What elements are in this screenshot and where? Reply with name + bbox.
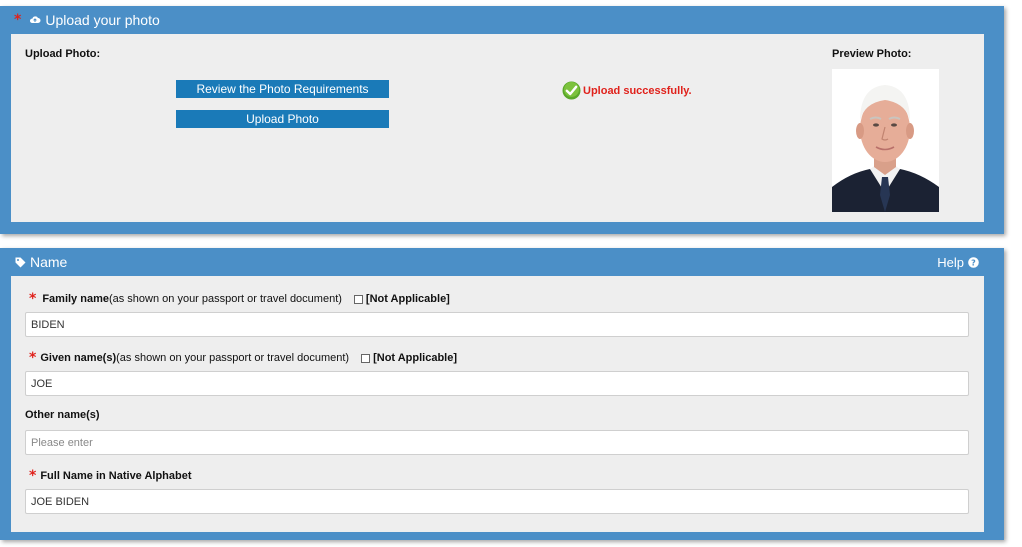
family-name-input[interactable] bbox=[25, 312, 969, 337]
family-name-hint: (as shown on your passport or travel doc… bbox=[108, 293, 342, 305]
help-link[interactable]: Help ? bbox=[937, 248, 979, 276]
native-name-label: Full Name in Native Alphabet bbox=[40, 470, 192, 482]
given-name-label: Given name(s) bbox=[40, 352, 117, 364]
required-marker: * bbox=[14, 12, 22, 28]
upload-photo-label: Upload Photo: bbox=[25, 48, 101, 60]
tag-icon bbox=[15, 257, 26, 268]
upload-panel-body: Upload Photo: Preview Photo: Review the … bbox=[11, 34, 984, 222]
required-marker: * bbox=[29, 468, 37, 484]
upload-photo-panel: * Upload your photo Upload Photo: Previe… bbox=[0, 6, 1004, 234]
family-name-label: Family name bbox=[42, 293, 109, 305]
name-panel-header: Name Help ? bbox=[0, 248, 1004, 276]
review-photo-requirements-button[interactable]: Review the Photo Requirements bbox=[176, 80, 389, 98]
preview-photo-label: Preview Photo: bbox=[832, 48, 912, 60]
required-marker: * bbox=[29, 291, 37, 307]
photo-preview bbox=[832, 69, 939, 212]
name-panel: Name Help ? * Family name (as shown on y… bbox=[0, 248, 1004, 540]
question-circle-icon: ? bbox=[968, 256, 979, 268]
native-name-label-row: * Full Name in Native Alphabet bbox=[29, 468, 192, 484]
other-names-label-row: Other name(s) bbox=[25, 409, 100, 421]
family-name-label-row: * Family name (as shown on your passport… bbox=[29, 291, 450, 307]
upload-panel-header: * Upload your photo bbox=[0, 6, 1004, 34]
given-name-label-row: * Given name(s) (as shown on your passpo… bbox=[29, 350, 457, 366]
family-name-not-applicable-checkbox[interactable] bbox=[353, 294, 363, 304]
name-panel-body: * Family name (as shown on your passport… bbox=[11, 276, 984, 532]
given-name-input[interactable] bbox=[25, 371, 969, 396]
other-names-label: Other name(s) bbox=[25, 409, 100, 421]
given-name-not-applicable-checkbox[interactable] bbox=[361, 353, 371, 363]
upload-panel-title: Upload your photo bbox=[45, 12, 160, 28]
required-marker: * bbox=[29, 350, 37, 366]
given-name-not-applicable-label: [Not Applicable] bbox=[373, 352, 458, 364]
svg-text:?: ? bbox=[971, 258, 976, 267]
other-names-input[interactable] bbox=[25, 430, 969, 455]
upload-status: Upload successfully. bbox=[562, 81, 692, 100]
native-name-input[interactable] bbox=[25, 489, 969, 514]
given-name-hint: (as shown on your passport or travel doc… bbox=[116, 352, 350, 364]
name-panel-title: Name bbox=[30, 254, 68, 270]
family-name-not-applicable-label: [Not Applicable] bbox=[365, 293, 450, 305]
upload-status-text: Upload successfully. bbox=[583, 84, 692, 97]
upload-photo-button[interactable]: Upload Photo bbox=[176, 110, 389, 128]
help-label: Help bbox=[937, 254, 964, 270]
check-circle-icon bbox=[562, 81, 581, 100]
cloud-upload-icon bbox=[29, 15, 41, 25]
